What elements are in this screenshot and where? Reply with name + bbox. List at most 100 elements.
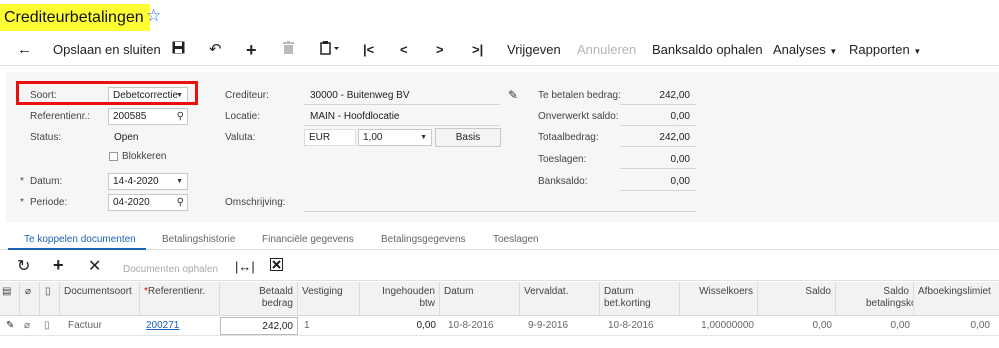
save-icon[interactable] bbox=[172, 41, 185, 59]
cell-date: 10-8-2016 bbox=[448, 320, 494, 331]
tab-documents[interactable]: Te koppelen documenten bbox=[24, 234, 136, 246]
date-picker[interactable]: 14-4-2020 ▼ bbox=[108, 173, 188, 190]
tab-payment-history[interactable]: Betalingshistorie bbox=[162, 234, 235, 246]
bank-balance-label: Banksaldo: bbox=[538, 176, 588, 187]
tab-financial-details[interactable]: Financiële gegevens bbox=[262, 234, 354, 246]
basis-button[interactable]: Basis bbox=[435, 128, 501, 147]
caret-down-icon: ▼ bbox=[420, 134, 427, 141]
block-checkbox[interactable] bbox=[109, 152, 118, 161]
col-discount-date[interactable]: Datum bet.korting bbox=[600, 282, 680, 316]
cell-reference[interactable]: 200271 bbox=[142, 316, 218, 336]
previous-record-icon[interactable]: < bbox=[400, 41, 408, 59]
vendor-underline bbox=[304, 104, 500, 105]
col-writeoff-limit[interactable]: Afboekingslimiet bbox=[914, 282, 999, 316]
to-pay-label: Te betalen bedrag: bbox=[538, 90, 621, 101]
cell-paid-amount[interactable]: 242,00 bbox=[220, 317, 298, 335]
location-label: Locatie: bbox=[225, 111, 261, 122]
unprocessed-value: 0,00 bbox=[670, 111, 690, 122]
cell-due-date: 9-9-2016 bbox=[528, 320, 569, 331]
refresh-icon[interactable]: ↻ bbox=[17, 258, 30, 276]
col-due-date[interactable]: Vervaldat. bbox=[520, 282, 600, 316]
clipboard-icon[interactable] bbox=[320, 41, 340, 60]
delete-row-icon[interactable]: ✕ bbox=[88, 258, 101, 276]
fetch-balance-button[interactable]: Banksaldo ophalen bbox=[652, 41, 763, 59]
load-documents-button[interactable]: Documenten ophalen bbox=[123, 261, 218, 279]
reference-label: Referentienr.: bbox=[30, 111, 91, 122]
tab-charges[interactable]: Toeslagen bbox=[493, 234, 539, 246]
analyses-menu[interactable]: Analyses ▼ bbox=[773, 41, 837, 61]
cell-document-type: Factuur bbox=[68, 320, 102, 331]
favorite-star-icon[interactable]: ☆ bbox=[146, 6, 161, 26]
export-excel-icon[interactable] bbox=[270, 258, 283, 276]
caret-down-icon: ▼ bbox=[176, 178, 183, 185]
highlight-box bbox=[16, 81, 198, 105]
status-value: Open bbox=[114, 132, 139, 143]
cell-writeoff-limit: 0,00 bbox=[970, 320, 990, 331]
period-input[interactable]: 04-2020 ⚲ bbox=[108, 194, 188, 211]
date-label: Datum: bbox=[30, 176, 63, 187]
col-reference[interactable]: *Referentienr. bbox=[140, 282, 220, 316]
col-paid-amount[interactable]: Betaald bedrag bbox=[220, 282, 298, 316]
row-settings-icon[interactable]: ▤ bbox=[0, 282, 20, 316]
title-bar: Crediteurbetalingen ☆ bbox=[0, 0, 999, 34]
block-label: Blokkeren bbox=[122, 151, 167, 162]
analyses-label: Analyses bbox=[773, 42, 826, 57]
next-record-icon[interactable]: > bbox=[436, 41, 444, 59]
search-icon[interactable]: ⚲ bbox=[177, 109, 184, 124]
note-icon: ▯ bbox=[40, 282, 60, 316]
grid-header: ▤ ⌀ ▯ Documentsoort *Referentienr. Betaa… bbox=[0, 282, 999, 316]
edit-pencil-icon[interactable]: ✎ bbox=[508, 88, 518, 102]
tab-payment-details[interactable]: Betalingsgegevens bbox=[381, 234, 466, 246]
charges-underline bbox=[620, 168, 696, 169]
total-value: 242,00 bbox=[659, 132, 690, 143]
add-row-icon[interactable]: + bbox=[53, 256, 64, 274]
col-date[interactable]: Datum bbox=[440, 282, 520, 316]
note-icon[interactable]: ▯ bbox=[40, 316, 60, 336]
col-balance[interactable]: Saldo bbox=[758, 282, 836, 316]
col-document-type[interactable]: Documentsoort bbox=[60, 282, 140, 316]
caret-down-icon: ▼ bbox=[829, 47, 838, 56]
cell-exchange-rate: 1,00000000 bbox=[701, 320, 754, 331]
col-exchange-rate[interactable]: Wisselkoers bbox=[680, 282, 758, 316]
detail-tabs: Te koppelen documenten Betalingshistorie… bbox=[0, 230, 999, 250]
edit-row-icon[interactable]: ✎ bbox=[2, 316, 20, 336]
location-underline bbox=[304, 125, 500, 126]
fit-columns-icon[interactable]: |↔| bbox=[235, 258, 255, 276]
main-toolbar: ← Opslaan en sluiten ↶ + |< < > >| Vrijg… bbox=[0, 34, 999, 66]
cell-discount-date: 10-8-2016 bbox=[608, 320, 654, 331]
rate-value: 1,00 bbox=[363, 132, 383, 143]
cell-discount-balance: 0,00 bbox=[890, 320, 910, 331]
save-close-button[interactable]: Opslaan en sluiten bbox=[53, 41, 161, 59]
to-pay-value[interactable]: 242,00 bbox=[620, 89, 690, 103]
attachment-icon[interactable]: ⌀ bbox=[20, 316, 40, 336]
search-icon[interactable]: ⚲ bbox=[177, 195, 184, 210]
delete-icon[interactable] bbox=[283, 41, 294, 59]
first-record-icon[interactable]: |< bbox=[363, 41, 374, 59]
release-button[interactable]: Vrijgeven bbox=[507, 41, 561, 59]
charges-label: Toeslagen: bbox=[538, 154, 587, 165]
col-discount-balance[interactable]: Saldo betalingskort bbox=[836, 282, 914, 316]
back-arrow-icon[interactable]: ← bbox=[17, 41, 32, 59]
currency-value: EUR bbox=[309, 132, 331, 143]
required-asterisk: * bbox=[20, 176, 24, 187]
rate-select[interactable]: 1,00 ▼ bbox=[358, 129, 432, 146]
last-record-icon[interactable]: >| bbox=[472, 41, 483, 59]
currency-field[interactable]: EUR bbox=[304, 129, 356, 146]
charges-value: 0,00 bbox=[670, 154, 690, 165]
col-withheld-vat[interactable]: Ingehouden btw bbox=[360, 282, 440, 316]
caret-down-icon: ▼ bbox=[913, 47, 922, 56]
total-label: Totaalbedrag: bbox=[538, 132, 599, 143]
location-value[interactable]: MAIN - Hoofdlocatie bbox=[310, 110, 399, 124]
vendor-value[interactable]: 30000 - Buitenweg BV bbox=[310, 89, 410, 103]
reports-menu[interactable]: Rapporten ▼ bbox=[849, 41, 921, 61]
date-value: 14-4-2020 bbox=[113, 176, 159, 187]
cancel-button[interactable]: Annuleren bbox=[577, 41, 636, 59]
add-icon[interactable]: + bbox=[246, 41, 257, 59]
reference-link[interactable]: 200271 bbox=[146, 320, 179, 331]
table-row[interactable]: ✎ ⌀ ▯ Factuur 200271 242,00 1 0,00 10-8-… bbox=[0, 316, 999, 336]
page-title: Crediteurbetalingen bbox=[0, 4, 150, 31]
col-branch[interactable]: Vestiging bbox=[298, 282, 360, 316]
period-label: Periode: bbox=[30, 197, 68, 208]
undo-icon[interactable]: ↶ bbox=[209, 41, 222, 59]
reference-input[interactable]: 200585 ⚲ bbox=[108, 108, 188, 125]
